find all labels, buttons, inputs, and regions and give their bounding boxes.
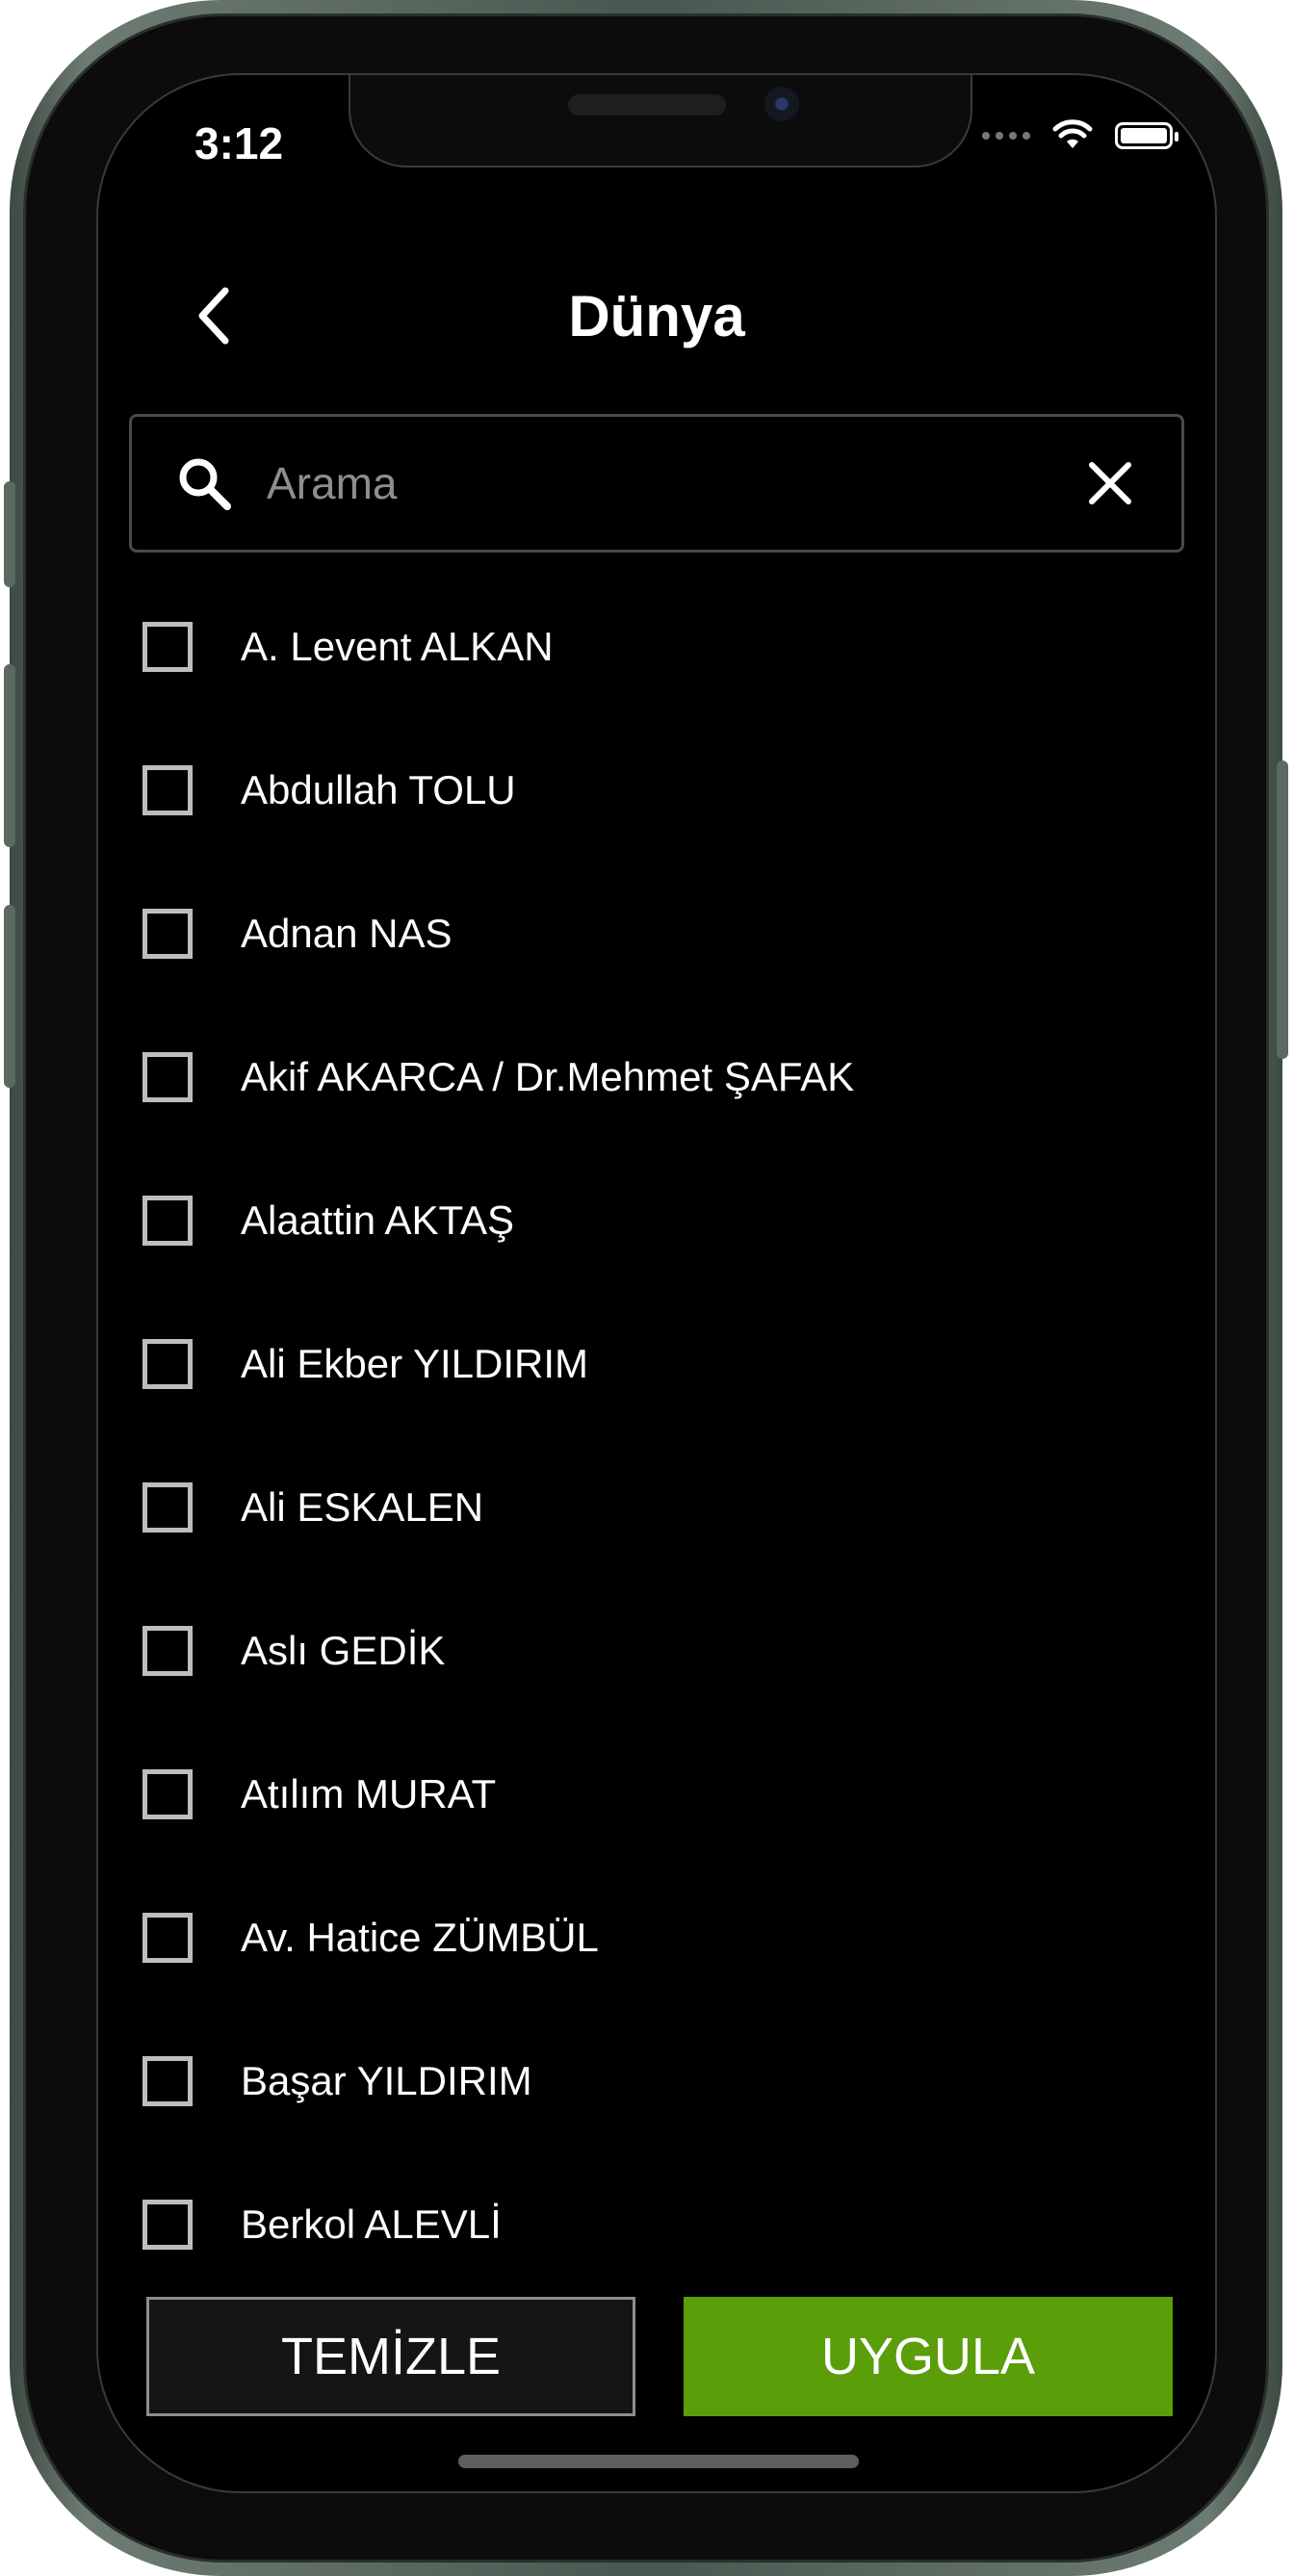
checkbox[interactable]: [142, 1482, 193, 1533]
list-item[interactable]: Akif AKARCA / Dr.Mehmet ŞAFAK: [98, 1006, 1215, 1148]
list-item-label: Abdullah TOLU: [241, 767, 516, 812]
list-item[interactable]: A. Levent ALKAN: [98, 576, 1215, 718]
list-item[interactable]: Av. Hatice ZÜMBÜL: [98, 1867, 1215, 2009]
list-item-label: Ali ESKALEN: [241, 1484, 484, 1530]
checkbox[interactable]: [142, 909, 193, 959]
checkbox[interactable]: [142, 1913, 193, 1963]
list-item-label: Başar YILDIRIM: [241, 2058, 532, 2103]
list-item[interactable]: Adnan NAS: [98, 863, 1215, 1005]
list-item-label: A. Levent ALKAN: [241, 624, 554, 669]
phone-frame: 3:12 Dünya Arama A. Levent ALKAN Abdulla…: [4, 0, 1288, 2576]
checkbox[interactable]: [142, 1339, 193, 1389]
list-item-label: Alaattin AKTAŞ: [241, 1198, 515, 1243]
app-screen: 3:12 Dünya Arama A. Levent ALKAN Abdulla…: [96, 73, 1217, 2493]
apply-button[interactable]: UYGULA: [684, 2297, 1173, 2416]
checkbox[interactable]: [142, 1196, 193, 1246]
search-input[interactable]: [267, 457, 1072, 509]
checkbox[interactable]: [142, 622, 193, 672]
search-bar: [129, 414, 1184, 553]
list-item-label: Ali Ekber YILDIRIM: [241, 1341, 588, 1386]
list-item-label: Aslı GEDİK: [241, 1628, 446, 1673]
home-indicator[interactable]: [458, 2455, 859, 2468]
checkbox[interactable]: [142, 2056, 193, 2106]
list-item-label: Berkol ALEVLİ: [241, 2202, 502, 2247]
signal-icon: [982, 132, 1030, 140]
clear-button[interactable]: TEMİZLE: [146, 2297, 635, 2416]
power-button: [1277, 760, 1288, 1059]
checkbox[interactable]: [142, 1626, 193, 1676]
page-title: Dünya: [568, 284, 745, 348]
status-indicators: [982, 119, 1178, 152]
list-item[interactable]: Ali ESKALEN: [98, 1436, 1215, 1579]
close-icon: [1089, 462, 1131, 504]
list-item-label: Akif AKARCA / Dr.Mehmet ŞAFAK: [241, 1054, 855, 1099]
search-icon: [170, 450, 238, 517]
list-item[interactable]: Ali Ekber YILDIRIM: [98, 1293, 1215, 1435]
list-item-label: Atılım MURAT: [241, 1771, 497, 1816]
mute-switch: [4, 481, 15, 587]
list-item[interactable]: Atılım MURAT: [98, 1723, 1215, 1866]
status-time: 3:12: [194, 118, 284, 168]
volume-up-button: [4, 664, 15, 847]
speaker-grille: [568, 94, 726, 116]
list-item[interactable]: Abdullah TOLU: [98, 719, 1215, 862]
wifi-icon: [1052, 119, 1093, 148]
list-item[interactable]: Berkol ALEVLİ: [98, 2153, 1215, 2296]
checkbox[interactable]: [142, 1769, 193, 1819]
checkbox[interactable]: [142, 765, 193, 815]
list-item-label: Adnan NAS: [241, 911, 453, 956]
list-item[interactable]: Aslı GEDİK: [98, 1580, 1215, 1722]
volume-down-button: [4, 905, 15, 1088]
front-camera: [764, 87, 799, 121]
list-item[interactable]: Başar YILDIRIM: [98, 2010, 1215, 2152]
checkbox[interactable]: [142, 1052, 193, 1102]
notch: [349, 75, 972, 167]
list-item[interactable]: Alaattin AKTAŞ: [98, 1149, 1215, 1292]
battery-icon: [1115, 122, 1178, 149]
list-item-label: Av. Hatice ZÜMBÜL: [241, 1915, 599, 1960]
clear-search-button[interactable]: [1072, 445, 1149, 522]
header: Dünya: [98, 258, 1215, 374]
checkbox[interactable]: [142, 2200, 193, 2250]
